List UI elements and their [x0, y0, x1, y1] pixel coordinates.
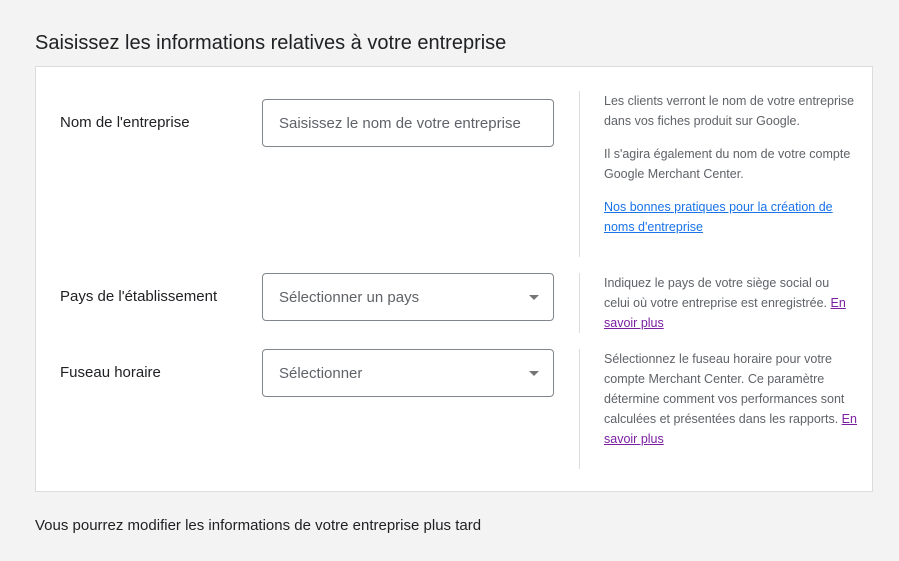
timezone-select-value: Sélectionner: [279, 364, 363, 382]
timezone-select[interactable]: Sélectionner: [262, 349, 554, 397]
caret-down-icon: [529, 370, 539, 376]
country-help-text: Indiquez le pays de votre siège social o…: [604, 276, 830, 310]
country-select[interactable]: Sélectionner un pays: [262, 273, 554, 321]
caret-down-icon: [529, 294, 539, 300]
business-name-help-text-2: Il s'agira également du nom de votre com…: [604, 147, 851, 181]
business-name-help: Les clients verront le nom de votre entr…: [579, 91, 858, 257]
country-help: Indiquez le pays de votre siège social o…: [579, 273, 858, 333]
timezone-help: Sélectionnez le fuseau horaire pour votr…: [579, 349, 858, 469]
business-name-label: Nom de l'entreprise: [60, 114, 190, 131]
business-name-field[interactable]: [262, 99, 554, 147]
business-name-help-text-1: Les clients verront le nom de votre entr…: [604, 94, 855, 128]
business-name-input[interactable]: [279, 114, 537, 132]
timezone-label: Fuseau horaire: [60, 364, 161, 381]
page-title: Saisissez les informations relatives à v…: [35, 32, 507, 54]
timezone-help-text: Sélectionnez le fuseau horaire pour votr…: [604, 352, 845, 426]
country-label: Pays de l'établissement: [60, 288, 218, 305]
business-name-best-practices-link[interactable]: Nos bonnes pratiques pour la création de…: [604, 200, 833, 234]
country-select-value: Sélectionner un pays: [279, 288, 420, 306]
business-info-card: Nom de l'entreprise Les clients verront …: [35, 66, 873, 492]
footer-note: Vous pourrez modifier les informations d…: [35, 517, 482, 534]
